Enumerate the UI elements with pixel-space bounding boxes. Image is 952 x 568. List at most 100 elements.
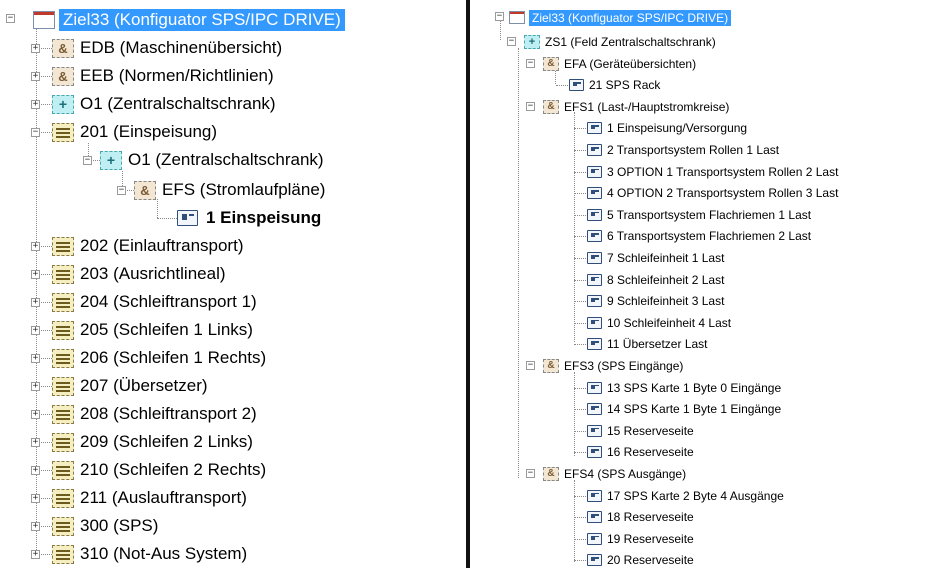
tree-node[interactable]: 204 (Schleiftransport 1) [52,290,257,314]
function-group-icon: & [543,56,559,71]
tree-node[interactable]: & EFS4 (SPS Ausgänge) [543,465,686,483]
tree-node[interactable]: 209 (Schleifen 2 Links) [52,430,253,454]
expand-toggle[interactable]: + [31,550,40,559]
tree-node[interactable]: 201 (Einspeisung) [52,120,217,144]
assembly-icon [52,544,74,564]
page-icon [587,424,602,437]
tree-node-label: 14 SPS Karte 1 Byte 1 Eingänge [607,402,782,417]
collapse-toggle[interactable]: − [83,156,92,165]
collapse-toggle[interactable]: − [526,469,535,478]
tree-node[interactable]: 310 (Not-Aus System) [52,542,247,566]
tree-node[interactable]: 202 (Einlauftransport) [52,234,243,258]
tree-node[interactable]: 19 Reserveseite [587,530,694,548]
page-icon [587,122,602,135]
tree-node[interactable]: + O1 (Zentralschaltschrank) [52,92,276,116]
tree-node[interactable]: 20 Reserveseite [587,551,694,568]
tree-node-label: 17 SPS Karte 2 Byte 4 Ausgänge [607,488,784,503]
tree-node[interactable]: 2 Transportsystem Rollen 1 Last [587,141,779,159]
tree-node-label: 16 Reserveseite [607,445,694,460]
expand-toggle[interactable]: + [31,522,40,531]
tree-node[interactable]: 1 Einspeisung [177,206,321,230]
expand-toggle[interactable]: + [31,270,40,279]
assembly-icon [52,460,74,480]
tree-node-label: ZS1 (Feld Zentralschaltschrank) [545,35,716,49]
tree-node[interactable]: 21 SPS Rack [569,76,660,94]
collapse-toggle[interactable]: − [117,186,126,195]
expand-toggle[interactable]: + [31,466,40,475]
page-icon [587,295,602,308]
expand-toggle[interactable]: + [31,242,40,251]
collapse-toggle[interactable]: − [6,14,15,23]
tree-node[interactable]: 9 Schleifeinheit 3 Last [587,292,724,310]
tree-node[interactable]: & EFS (Stromlaufpläne) [134,178,325,202]
tree-node[interactable]: & EFA (Geräteübersichten) [543,55,696,73]
tree-node[interactable]: 17 SPS Karte 2 Byte 4 Ausgänge [587,487,784,505]
tree-node[interactable]: 211 (Auslauftransport) [52,486,247,510]
collapse-toggle[interactable]: − [507,37,516,46]
collapse-toggle[interactable]: − [526,58,535,68]
page-icon [587,165,602,178]
page-icon [587,252,602,264]
tree-root-right[interactable]: Ziel33 (Konfiguator SPS/IPC DRIVE) [509,9,732,26]
page-icon [587,511,602,524]
tree-node-label: 300 (SPS) [80,516,159,535]
tree-node[interactable]: 10 Schleifeinheit 4 Last [587,314,731,332]
tree-node-label: 8 Schleifeinheit 2 Last [607,272,725,287]
tree-node-label: EFS (Stromlaufpläne) [162,180,326,199]
expand-toggle[interactable]: + [31,72,40,81]
expand-toggle[interactable]: + [31,298,40,307]
tree-root-left[interactable]: Ziel33 (Konfiguator SPS/IPC DRIVE) [33,8,345,32]
tree-node[interactable]: 3 OPTION 1 Transportsystem Rollen 2 Last [587,163,838,181]
tree-node[interactable]: & EEB (Normen/Richtlinien) [52,64,274,88]
tree-node[interactable]: 5 Transportsystem Flachriemen 1 Last [587,206,811,224]
function-group-icon: & [543,359,559,373]
tree-node[interactable]: & EFS1 (Last-/Hauptstromkreise) [543,98,729,116]
tree-node[interactable]: 8 Schleifeinheit 2 Last [587,271,724,289]
tree-node-label: 1 Einspeisung/Versorgung [607,121,748,136]
tree-node[interactable]: 207 (Übersetzer) [52,374,208,398]
expand-toggle[interactable]: + [31,382,40,391]
expand-toggle[interactable]: + [31,44,40,53]
tree-line [574,538,586,540]
collapse-toggle[interactable]: − [495,12,504,21]
tree-node[interactable]: 15 Reserveseite [587,422,694,440]
location-icon: + [100,150,122,170]
expand-toggle[interactable]: + [31,100,40,109]
collapse-toggle[interactable]: − [526,361,535,370]
tree-node-label: 201 (Einspeisung) [80,122,218,141]
tree-node[interactable]: + ZS1 (Feld Zentralschaltschrank) [524,33,716,51]
tree-node[interactable]: 6 Transportsystem Flachriemen 2 Last [587,227,811,245]
tree-node[interactable]: 16 Reserveseite [587,443,694,461]
tree-node[interactable]: & EDB (Maschinenübersicht) [52,36,282,60]
function-group-icon: & [543,99,559,114]
collapse-toggle[interactable]: − [31,128,40,137]
tree-node[interactable]: 14 SPS Karte 1 Byte 1 Eingänge [587,400,781,418]
tree-node[interactable]: 208 (Schleiftransport 2) [52,402,257,426]
tree-node[interactable]: & EFS3 (SPS Eingänge) [543,357,683,375]
tree-node[interactable]: 4 OPTION 2 Transportsystem Rollen 3 Last [587,184,838,202]
expand-toggle[interactable]: + [31,354,40,363]
expand-toggle[interactable]: + [31,438,40,447]
expand-toggle[interactable]: + [31,326,40,335]
tree-node-label: EDB (Maschinenübersicht) [80,38,283,57]
tree-node[interactable]: 13 SPS Karte 1 Byte 0 Eingänge [587,379,781,397]
tree-node[interactable]: 300 (SPS) [52,514,158,538]
tree-node-label: 210 (Schleifen 2 Rechts) [80,460,267,479]
tree-node[interactable]: 18 Reserveseite [587,508,694,526]
tree-line [574,193,586,195]
tree-node[interactable]: 210 (Schleifen 2 Rechts) [52,458,266,482]
tree-node[interactable]: 205 (Schleifen 1 Links) [52,318,253,342]
tree-node[interactable]: 11 Übersetzer Last [587,335,708,353]
expand-toggle[interactable]: + [31,410,40,419]
tree-node[interactable]: 206 (Schleifen 1 Rechts) [52,346,266,370]
tree-node[interactable]: + O1 (Zentralschaltschrank) [100,148,324,172]
tree-node-label: O1 (Zentralschaltschrank) [128,150,324,169]
tree-node[interactable]: 203 (Ausrichtlineal) [52,262,226,286]
tree-node[interactable]: 7 Schleifeinheit 1 Last [587,249,724,267]
tree-line [574,560,586,562]
location-icon: + [524,35,540,49]
expand-toggle[interactable]: + [31,494,40,503]
collapse-toggle[interactable]: − [526,101,535,111]
tree-node[interactable]: 1 Einspeisung/Versorgung [587,119,747,137]
tree-line [574,279,586,281]
